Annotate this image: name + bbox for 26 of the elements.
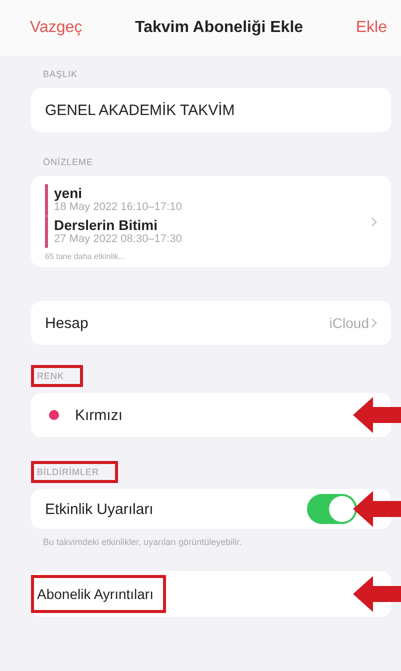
row-value: iCloud (329, 315, 369, 331)
row-label: Etkinlik Uyarıları (45, 500, 154, 518)
cancel-button[interactable]: Vazgeç (30, 19, 82, 37)
section-header: BİLDİRİMLER (31, 461, 118, 483)
section-header: BAŞLIK (42, 68, 78, 81)
preview-card[interactable]: yeni 18 May 2022 16:10–17:10 Derslerin Bitimi 27 May 2022 08:30–17:30 65 tane daha etkinlik... (31, 176, 391, 267)
row-label: Kırmızı (75, 406, 122, 424)
section-header: RENK (31, 365, 84, 387)
add-button[interactable]: Ekle (356, 19, 387, 37)
event-title: yeni (54, 185, 84, 201)
toggle-switch[interactable] (307, 494, 357, 524)
event-time: 18 May 2022 16:10–17:10 (54, 201, 182, 213)
more-events-text: 65 tane daha etkinlik... (45, 252, 126, 261)
title-field[interactable]: GENEL AKADEMİK TAKVİM (31, 88, 391, 132)
screen-title: Takvim Aboneliği Ekle (135, 19, 304, 37)
details-row[interactable]: Abonelik Ayrıntıları (31, 571, 391, 617)
row-label: Hesap (45, 314, 88, 332)
row-label: Abonelik Ayrıntıları (31, 575, 166, 613)
account-row[interactable]: Hesap iCloud (31, 301, 391, 345)
event-title: Derslerin Bitimi (54, 217, 158, 233)
chevron-icon (371, 318, 377, 328)
color-row[interactable]: Kırmızı (31, 393, 391, 437)
chevron-icon (371, 216, 377, 226)
section-header: ÖNİZLEME (42, 156, 94, 169)
section-footer: Bu takvimdeki etkinlikler, uyarıları görüntüleyebilir. (31, 529, 391, 547)
event-time: 27 May 2022 08:30–17:30 (54, 233, 182, 245)
